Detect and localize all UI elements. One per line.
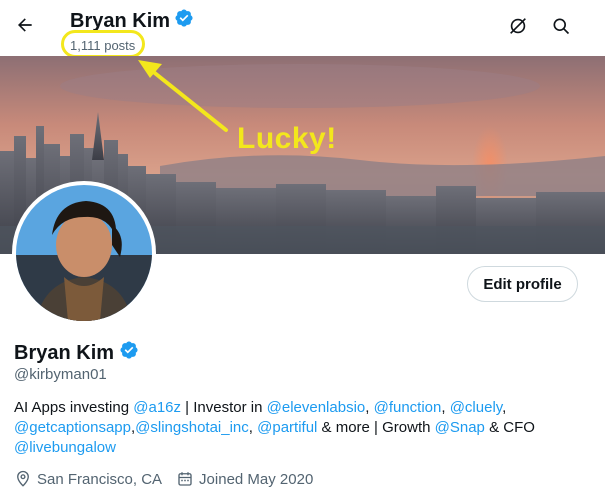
bio-text: , <box>502 399 507 416</box>
location-text: San Francisco, CA <box>37 470 163 488</box>
bio-mention-link[interactable]: @livebungalow <box>14 439 116 456</box>
back-button[interactable] <box>8 10 42 44</box>
no-grok-icon <box>507 15 529 42</box>
profile-header: Bryan Kim 1,111 posts <box>0 0 605 56</box>
avatar-photo <box>16 185 152 321</box>
bio-text: & more | Growth <box>317 419 435 436</box>
profile-name-row: Bryan Kim <box>14 340 139 365</box>
bio-mention-link[interactable]: @elevenlabsio <box>267 399 366 416</box>
bio-text: , <box>248 419 258 436</box>
profile-location: San Francisco, CA <box>14 470 162 488</box>
bio-mention-link[interactable]: @function <box>374 399 442 416</box>
grok-button[interactable] <box>502 12 534 44</box>
joined-text: Joined May 2020 <box>199 470 314 488</box>
bio-mention-link[interactable]: @getcaptionsapp <box>14 419 131 436</box>
verified-badge-icon <box>174 8 194 34</box>
profile-joined: Joined May 2020 <box>176 470 313 488</box>
bio-mention-link[interactable]: @a16z <box>133 399 181 416</box>
header-title: Bryan Kim 1,111 posts <box>70 8 194 54</box>
calendar-icon <box>176 470 194 488</box>
verified-badge-icon[interactable] <box>119 340 139 365</box>
bio-text: & CFO <box>484 419 535 436</box>
bio-text: , <box>365 399 374 416</box>
bio-text: , <box>441 399 450 416</box>
avatar[interactable] <box>12 181 156 325</box>
annotation-label: Lucky! <box>237 122 337 155</box>
location-pin-icon <box>14 470 32 488</box>
search-button[interactable] <box>545 12 577 44</box>
bio-mention-link[interactable]: @Snap <box>435 419 485 436</box>
header-post-count: 1,111 posts <box>70 38 136 53</box>
search-icon <box>551 16 571 41</box>
bio-mention-link[interactable]: @cluely <box>450 399 502 416</box>
bio-text: AI Apps investing <box>14 399 134 416</box>
bio-mention-link[interactable]: @slingshotai_inc <box>135 419 249 436</box>
bio-text: | Investor in <box>181 399 267 416</box>
back-arrow-icon <box>15 15 35 40</box>
profile-bio: AI Apps investing @a16z | Investor in @e… <box>14 398 594 458</box>
edit-profile-button[interactable]: Edit profile <box>467 266 578 302</box>
bio-mention-link[interactable]: @partiful <box>257 419 317 436</box>
profile-name: Bryan Kim <box>14 341 115 364</box>
header-name: Bryan Kim <box>70 10 171 32</box>
profile-meta: San Francisco, CA Joined May 2020 <box>14 470 327 488</box>
profile-handle: @kirbyman01 <box>14 366 107 383</box>
